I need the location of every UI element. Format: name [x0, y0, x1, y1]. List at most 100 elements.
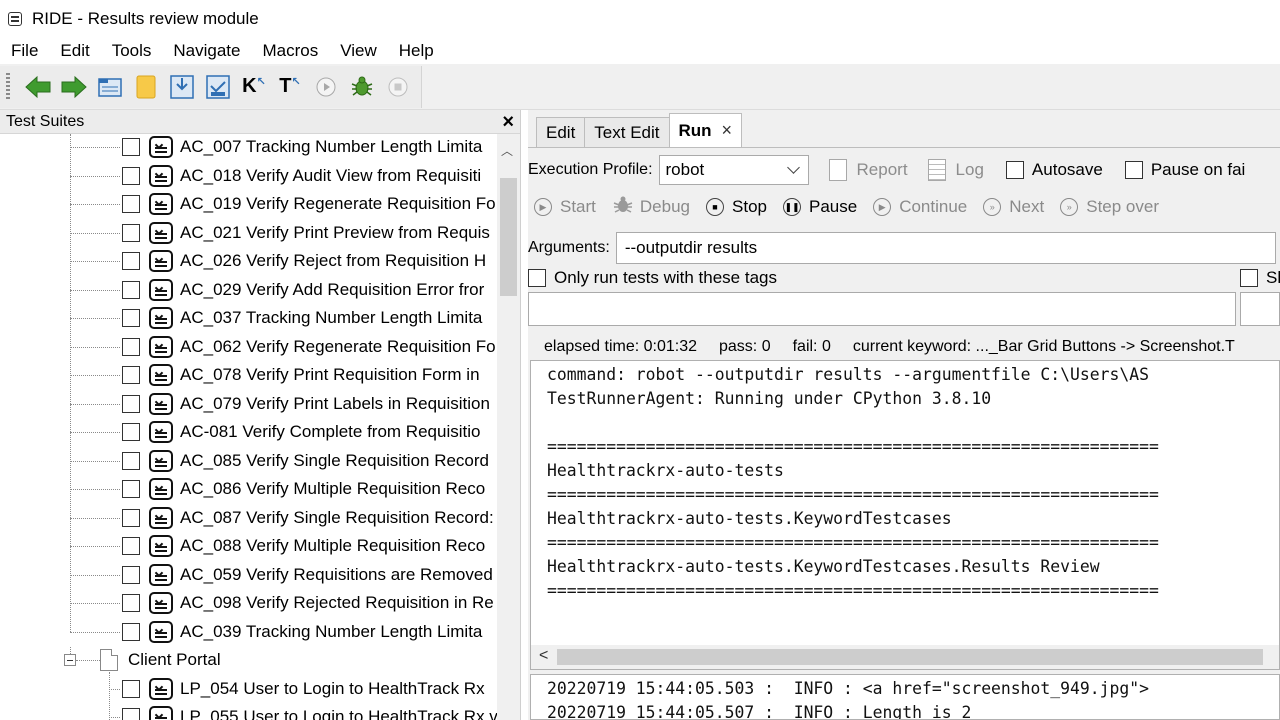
test-checkbox[interactable] [122, 280, 140, 299]
stop-button[interactable]: ■ Stop [706, 197, 767, 217]
include-tags-input[interactable] [528, 292, 1236, 326]
search-keywords-icon[interactable]: K ↖ [238, 71, 270, 103]
step-over-button[interactable]: » Step over [1060, 197, 1159, 217]
run-icon[interactable] [310, 71, 342, 103]
collapse-icon[interactable] [64, 654, 76, 666]
test-checkbox[interactable] [122, 508, 140, 527]
menu-file[interactable]: File [0, 41, 49, 61]
tab-text-edit[interactable]: Text Edit [584, 117, 670, 147]
menu-macros[interactable]: Macros [252, 41, 330, 61]
test-case-row[interactable]: AC_087 Verify Single Requisition Record: [0, 504, 497, 532]
test-case-row[interactable]: AC_088 Verify Multiple Requisition Reco [0, 532, 497, 560]
autosave-checkbox[interactable]: Autosave [1005, 160, 1103, 180]
test-checkbox[interactable] [122, 679, 140, 698]
scrollbar-thumb[interactable] [500, 178, 517, 296]
tab-run[interactable]: Run × [668, 113, 743, 147]
test-case-row[interactable]: AC_062 Verify Regenerate Requisition Fo [0, 333, 497, 361]
vertical-scrollbar[interactable]: ︿ [497, 134, 520, 720]
console-output[interactable]: command: robot --outputdir results --arg… [530, 360, 1280, 670]
arguments-input[interactable]: --outputdir results [615, 232, 1276, 264]
skip-tags-checkbox[interactable]: Sk [1240, 268, 1280, 288]
checkbox-box[interactable] [1240, 269, 1258, 287]
test-checkbox[interactable] [122, 337, 140, 356]
test-checkbox[interactable] [122, 451, 140, 470]
pause-button[interactable]: ❚❚ Pause [783, 197, 857, 217]
close-tab-icon[interactable]: × [722, 120, 733, 141]
save-icon[interactable] [166, 71, 198, 103]
pause-on-failure-checkbox[interactable]: Pause on fai [1124, 160, 1245, 180]
bug-icon [612, 194, 634, 221]
editor-tabs: Edit Text Edit Run × [528, 110, 1280, 148]
test-case-row[interactable]: AC_085 Verify Single Requisition Record [0, 447, 497, 475]
save-all-icon[interactable] [202, 71, 234, 103]
start-button[interactable]: ▶ Start [534, 197, 596, 217]
test-case-row[interactable]: LP_054 User to Login to HealthTrack Rx [0, 675, 497, 703]
forward-arrow-icon[interactable] [58, 71, 90, 103]
test-checkbox[interactable] [122, 594, 140, 612]
test-case-row[interactable]: AC_021 Verify Print Preview from Requis [0, 219, 497, 247]
checkbox-box[interactable] [1005, 161, 1024, 179]
test-case-row[interactable]: LP_055 User to Login to HealthTrack Rx v [0, 703, 497, 720]
test-case-row[interactable]: AC_026 Verify Reject from Requisition H [0, 247, 497, 275]
test-case-row[interactable]: AC_086 Verify Multiple Requisition Reco [0, 475, 497, 503]
test-checkbox[interactable] [122, 309, 140, 327]
test-checkbox[interactable] [122, 708, 140, 720]
test-checkbox[interactable] [122, 223, 140, 242]
open-directory-icon[interactable] [130, 71, 162, 103]
debug-button[interactable]: Debug [612, 194, 690, 221]
stop-icon[interactable] [382, 71, 414, 103]
test-checkbox[interactable] [122, 423, 140, 441]
message-log[interactable]: 20220719 15:44:05.503 : INFO : <a href="… [530, 674, 1280, 720]
open-suite-icon[interactable] [94, 71, 126, 103]
scroll-left-icon[interactable]: < [539, 647, 548, 665]
test-checkbox[interactable] [122, 252, 140, 270]
test-case-row[interactable]: AC_059 Verify Requisitions are Removed [0, 561, 497, 589]
test-checkbox[interactable] [122, 480, 140, 498]
suite-row[interactable]: Client Portal [0, 646, 497, 674]
menu-navigate[interactable]: Navigate [162, 41, 251, 61]
menu-view[interactable]: View [329, 41, 388, 61]
tree-guide-line [70, 375, 120, 376]
horizontal-scrollbar[interactable]: < [531, 645, 1279, 669]
test-case-row[interactable]: AC_039 Tracking Number Length Limita [0, 618, 497, 646]
test-checkbox[interactable] [122, 565, 140, 584]
test-checkbox[interactable] [122, 166, 140, 185]
test-checkbox[interactable] [122, 537, 140, 555]
toolbar-grip[interactable] [6, 72, 10, 101]
tab-edit[interactable]: Edit [536, 117, 586, 147]
test-checkbox[interactable] [122, 394, 140, 413]
exclude-tags-input[interactable] [1240, 292, 1280, 326]
scroll-up-icon[interactable]: ︿ [501, 142, 513, 159]
test-case-row[interactable]: AC_018 Verify Audit View from Requisiti [0, 162, 497, 190]
log-button[interactable]: Log [927, 159, 984, 181]
test-case-row[interactable]: AC_079 Verify Print Labels in Requisitio… [0, 390, 497, 418]
close-icon[interactable]: × [502, 112, 514, 132]
report-button[interactable]: Report [828, 159, 908, 181]
menu-edit[interactable]: Edit [49, 41, 100, 61]
scrollbar-thumb[interactable] [557, 649, 1263, 665]
test-checkbox[interactable] [122, 622, 140, 641]
test-case-row[interactable]: AC_019 Verify Regenerate Requisition Fo [0, 190, 497, 218]
continue-label: Continue [899, 197, 968, 216]
menu-tools[interactable]: Tools [101, 41, 163, 61]
debug-bug-icon[interactable] [346, 71, 378, 103]
tree-guide-line [70, 631, 120, 633]
checkbox-box[interactable] [1124, 161, 1143, 179]
test-case-row[interactable]: AC_029 Verify Add Requisition Error fror [0, 276, 497, 304]
checkbox-box[interactable] [528, 269, 546, 287]
only-run-tags-checkbox[interactable]: Only run tests with these tags [528, 268, 777, 288]
search-tests-icon[interactable]: T ↖ [274, 71, 306, 103]
execution-profile-select[interactable]: robot [658, 155, 809, 185]
test-checkbox[interactable] [122, 195, 140, 213]
back-arrow-icon[interactable] [22, 71, 54, 103]
test-checkbox[interactable] [122, 138, 140, 156]
test-case-row[interactable]: AC_037 Tracking Number Length Limita [0, 304, 497, 332]
test-checkbox[interactable] [122, 366, 140, 384]
menu-help[interactable]: Help [388, 41, 445, 61]
test-case-row[interactable]: AC_007 Tracking Number Length Limita [0, 134, 497, 161]
next-button[interactable]: » Next [983, 197, 1044, 217]
test-case-row[interactable]: AC_078 Verify Print Requisition Form in [0, 361, 497, 389]
continue-button[interactable]: ▶ Continue [873, 197, 967, 217]
test-case-row[interactable]: AC-081 Verify Complete from Requisitio [0, 418, 497, 446]
test-case-row[interactable]: AC_098 Verify Rejected Requisition in Re [0, 589, 497, 617]
